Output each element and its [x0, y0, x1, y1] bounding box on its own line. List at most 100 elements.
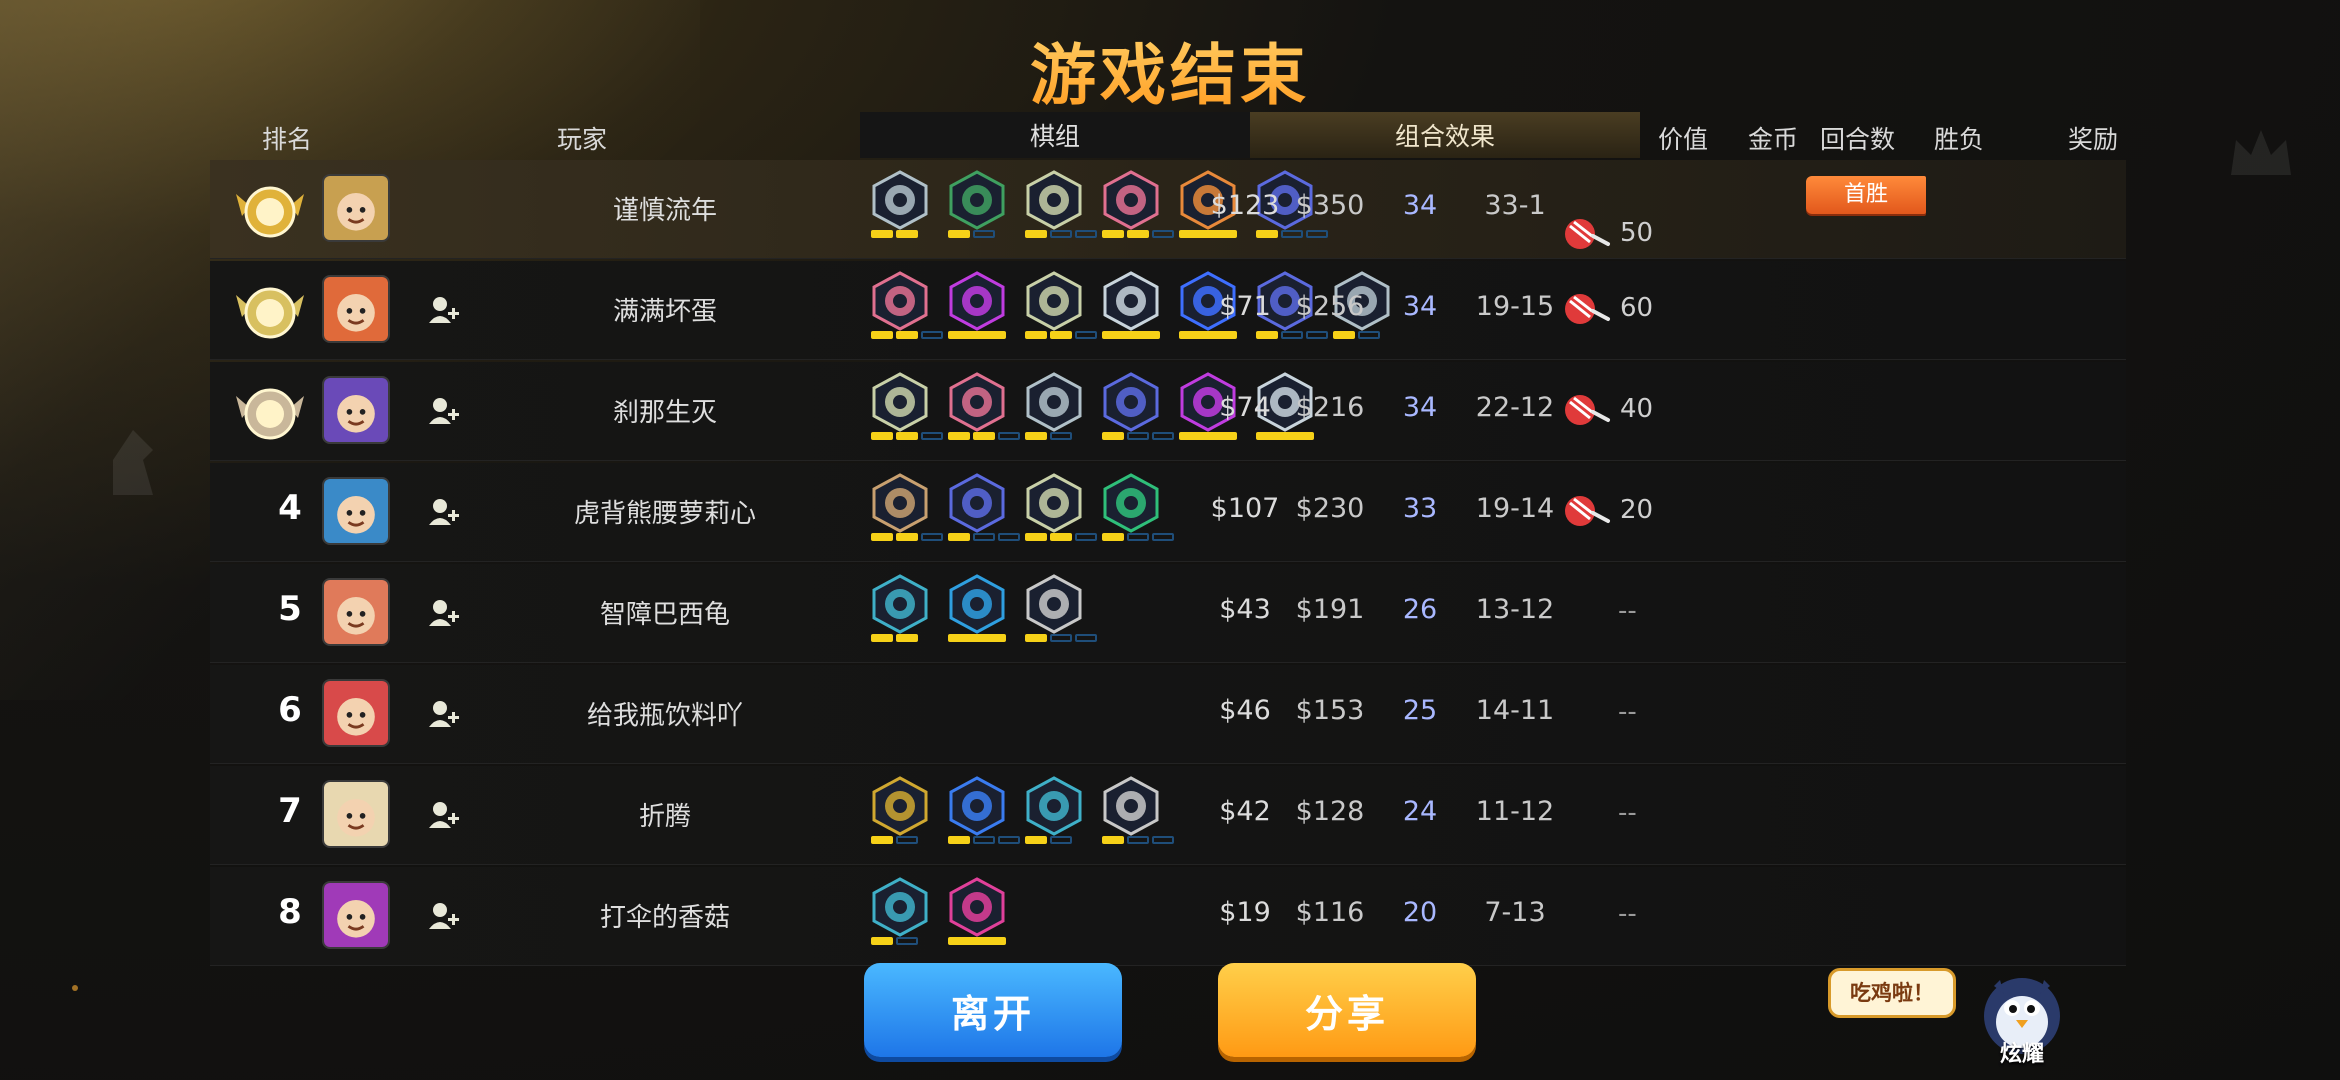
- synergy-item[interactable]: [865, 170, 942, 250]
- leave-button[interactable]: 离开: [864, 963, 1122, 1057]
- synergy-level-bars: [871, 331, 943, 339]
- synergy-hex-icon: [872, 877, 928, 937]
- synergy-item[interactable]: [865, 271, 943, 351]
- synergy-level-bars: [1025, 836, 1072, 844]
- reward-cell: --: [1550, 792, 1670, 842]
- table-row[interactable]: 4 虎背熊腰萝莉心 $107 $230 33 19-14 20: [210, 463, 2126, 562]
- synergy-item[interactable]: [942, 170, 1019, 250]
- avatar[interactable]: [322, 376, 390, 444]
- rounds-cell: 26: [1402, 594, 1438, 625]
- player-name: 折腾: [638, 802, 691, 832]
- synergy-item[interactable]: [1019, 170, 1097, 250]
- synergy-level-bars: [948, 331, 1006, 339]
- first-win-ribbon: 首胜: [1806, 176, 1926, 214]
- synergy-item[interactable]: [865, 574, 942, 654]
- synergy-level-bars: [871, 432, 943, 440]
- add-friend-icon[interactable]: [428, 598, 460, 628]
- level-bar: [1102, 331, 1160, 339]
- level-bar: [1358, 331, 1380, 339]
- show-off-label[interactable]: 炫耀: [1992, 1036, 2052, 1068]
- synergy-level-bars: [1256, 331, 1328, 339]
- results-table: 谨慎流年 $123 $350 34 33-1 50 满满坏蛋 $71 $256 34 19-15 60…: [210, 160, 2126, 968]
- synergy-item[interactable]: [865, 473, 943, 553]
- synergy-item[interactable]: [1096, 473, 1174, 553]
- table-row[interactable]: 7 折腾 $42 $128 24 11-12 --: [210, 766, 2126, 865]
- rank-medal-icon: [236, 287, 304, 339]
- share-button[interactable]: 分享: [1218, 963, 1476, 1057]
- synergy-item[interactable]: [1096, 170, 1174, 250]
- add-friend-icon[interactable]: [428, 295, 460, 325]
- synergy-item[interactable]: [1096, 271, 1173, 351]
- table-row[interactable]: 5 智障巴西龟 $43 $191 26 13-12 --: [210, 564, 2126, 663]
- avatar[interactable]: [322, 679, 390, 747]
- synergy-item[interactable]: [865, 776, 942, 856]
- synergy-level-bars: [871, 533, 943, 541]
- table-row[interactable]: 8 打伞的香菇 $19 $116 20 7-13 --: [210, 867, 2126, 966]
- synergy-hex-icon: [949, 776, 1005, 836]
- level-bar: [896, 533, 918, 541]
- synergy-item[interactable]: [1096, 776, 1174, 856]
- page-title: 游戏结束: [0, 22, 2340, 118]
- add-friend-icon[interactable]: [428, 497, 460, 527]
- synergy-item[interactable]: [942, 574, 1019, 654]
- level-bar: [1306, 331, 1328, 339]
- add-friend-icon[interactable]: [428, 396, 460, 426]
- synergy-item[interactable]: [865, 372, 943, 452]
- level-bar: [1281, 230, 1303, 238]
- level-bar: [1256, 331, 1278, 339]
- player-name: 刹那生灭: [612, 398, 717, 428]
- avatar[interactable]: [322, 780, 390, 848]
- piece-synergy-list: [865, 574, 1097, 654]
- add-friend-icon[interactable]: [428, 699, 460, 729]
- synergy-item[interactable]: [942, 372, 1020, 452]
- level-bar: [1075, 634, 1097, 642]
- synergy-item[interactable]: [1019, 574, 1097, 654]
- level-bar: [871, 634, 893, 642]
- tab-pieces[interactable]: 棋组: [860, 112, 1250, 158]
- reward-cell: 20: [1550, 489, 1670, 539]
- rank-medal-icon: [236, 388, 304, 440]
- synergy-item[interactable]: [1019, 473, 1097, 553]
- table-row[interactable]: 6 给我瓶饮料吖 $46 $153 25 14-11 --: [210, 665, 2126, 764]
- reward-cell: --: [1550, 590, 1670, 640]
- level-bar: [1102, 432, 1124, 440]
- avatar[interactable]: [322, 275, 390, 343]
- level-bar: [998, 836, 1020, 844]
- avatar[interactable]: [322, 881, 390, 949]
- avatar[interactable]: [322, 174, 390, 242]
- synergy-item[interactable]: [942, 877, 1019, 957]
- table-row[interactable]: 满满坏蛋 $71 $256 34 19-15 60: [210, 261, 2126, 360]
- level-bar: [896, 836, 918, 844]
- header-rounds: 回合数: [1820, 125, 1896, 154]
- level-bar: [973, 432, 995, 440]
- tab-combo-effects[interactable]: 组合效果: [1250, 112, 1640, 158]
- level-bar: [1152, 432, 1174, 440]
- reward-cell: --: [1550, 893, 1670, 943]
- reward-amount: 60: [1620, 293, 1654, 323]
- synergy-hex-icon: [872, 271, 928, 331]
- synergy-item[interactable]: [1019, 776, 1096, 856]
- synergy-item[interactable]: [942, 776, 1020, 856]
- candy-icon: [1565, 496, 1610, 526]
- add-friend-icon[interactable]: [428, 800, 460, 830]
- level-bar: [1075, 331, 1097, 339]
- synergy-item[interactable]: [1096, 372, 1174, 452]
- table-row[interactable]: 刹那生灭 $74 $216 34 22-12 40: [210, 362, 2126, 461]
- synergy-item[interactable]: [942, 271, 1019, 351]
- level-bar: [1179, 230, 1237, 238]
- synergy-level-bars: [948, 432, 1020, 440]
- synergy-hex-icon: [1026, 574, 1082, 634]
- synergy-item[interactable]: [942, 473, 1020, 553]
- avatar[interactable]: [322, 477, 390, 545]
- add-friend-icon[interactable]: [428, 901, 460, 931]
- synergy-hex-icon: [872, 372, 928, 432]
- avatar[interactable]: [322, 578, 390, 646]
- synergy-hex-icon: [949, 271, 1005, 331]
- header-rank: 排名: [262, 125, 313, 154]
- synergy-level-bars: [948, 634, 1006, 642]
- header-reward: 奖励: [2068, 125, 2119, 154]
- rounds-cell: 33: [1402, 493, 1438, 524]
- synergy-item[interactable]: [1019, 372, 1096, 452]
- synergy-item[interactable]: [1019, 271, 1097, 351]
- synergy-item[interactable]: [865, 877, 942, 957]
